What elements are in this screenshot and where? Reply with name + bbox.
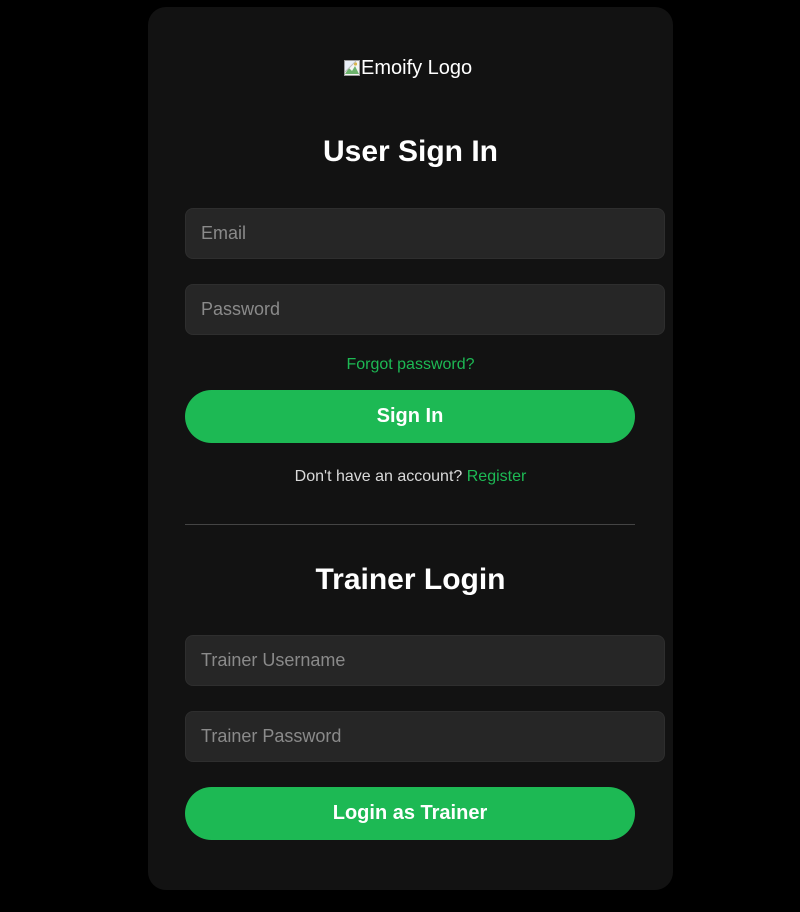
login-card: Emoify Logo User Sign In Forgot password… bbox=[148, 7, 673, 890]
forgot-password-link[interactable]: Forgot password? bbox=[346, 356, 474, 373]
logo: Emoify Logo bbox=[344, 57, 472, 79]
user-signin-title: User Sign In bbox=[322, 135, 499, 168]
no-account-text: Don't have an account? bbox=[294, 468, 463, 485]
password-field[interactable] bbox=[185, 284, 665, 335]
trainer-password-field[interactable] bbox=[185, 711, 665, 762]
login-as-trainer-button[interactable]: Login as Trainer bbox=[185, 787, 635, 840]
register-link[interactable]: Register bbox=[467, 468, 527, 485]
broken-image-icon bbox=[344, 60, 360, 76]
trainer-username-field[interactable] bbox=[185, 635, 665, 686]
sign-in-button[interactable]: Sign In bbox=[185, 390, 635, 443]
logo-alt-text: Emoify Logo bbox=[361, 56, 473, 79]
register-prompt: Don't have an account? Register bbox=[148, 468, 673, 486]
email-field[interactable] bbox=[185, 208, 665, 259]
trainer-login-title: Trainer Login bbox=[315, 563, 506, 596]
forgot-password-row: Forgot password? bbox=[148, 356, 673, 374]
section-divider bbox=[185, 524, 635, 525]
